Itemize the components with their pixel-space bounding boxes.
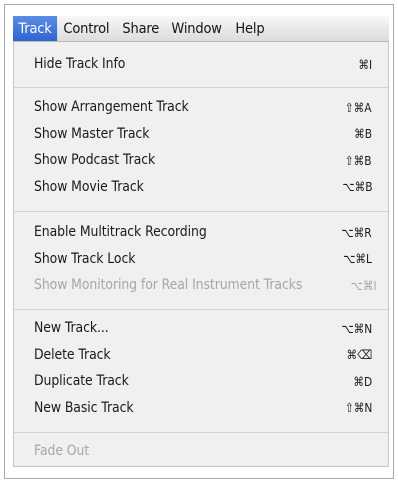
menu-item-show-arrangement-track[interactable]: Show Arrangement Track ⇧⌘A xyxy=(14,94,388,121)
menu-item-shortcut: ⇧⌘N xyxy=(344,400,372,416)
menu-item-shortcut: ⌥⌘B xyxy=(341,179,372,195)
menu-item-shortcut: ⌥⌘L xyxy=(343,251,372,267)
menu-group-fade: Fade Out xyxy=(14,438,388,465)
menu-group-track-actions: New Track... ⌥⌘N Delete Track ⌘⌫ Duplica… xyxy=(14,315,388,421)
menu-item-fade-out: Fade Out xyxy=(14,438,388,465)
menu-item-show-master-track[interactable]: Show Master Track ⌘B xyxy=(14,121,388,148)
menu-item-enable-multitrack-recording[interactable]: Enable Multitrack Recording ⌥⌘R xyxy=(14,219,388,246)
menu-group-track-info: Hide Track Info ⌘I xyxy=(14,51,388,78)
menu-item-label: Show Master Track xyxy=(34,125,150,142)
menu-item-label: New Basic Track xyxy=(34,399,134,416)
menu-group-recording: Enable Multitrack Recording ⌥⌘R Show Tra… xyxy=(14,219,388,299)
menu-item-label: Show Monitoring for Real Instrument Trac… xyxy=(34,277,303,294)
menu-item-new-track[interactable]: New Track... ⌥⌘N xyxy=(14,315,388,342)
menu-item-hide-track-info[interactable]: Hide Track Info ⌘I xyxy=(14,51,388,78)
menu-item-label: Enable Multitrack Recording xyxy=(34,224,207,241)
menu-item-show-monitoring: Show Monitoring for Real Instrument Trac… xyxy=(14,272,388,299)
menu-item-label: Fade Out xyxy=(34,443,90,460)
menu-item-label: Delete Track xyxy=(34,346,111,363)
menu-item-shortcut: ⇧⌘A xyxy=(345,99,372,115)
menu-item-shortcut: ⌘⌫ xyxy=(346,347,372,363)
menubar-window[interactable]: Window xyxy=(166,16,227,41)
menu-item-shortcut: ⌥⌘N xyxy=(341,320,372,336)
menu-item-label: New Track... xyxy=(34,320,109,337)
menubar-track[interactable]: Track xyxy=(13,16,58,41)
menubar-share[interactable]: Share xyxy=(117,16,165,41)
menu-item-label: Show Movie Track xyxy=(34,178,144,195)
menu-separator xyxy=(14,309,388,310)
menu-item-shortcut: ⌘D xyxy=(353,373,372,389)
menubar-control[interactable]: Control xyxy=(58,16,115,41)
menu-item-shortcut: ⌥⌘R xyxy=(341,224,372,240)
menu-item-show-movie-track[interactable]: Show Movie Track ⌥⌘B xyxy=(14,174,388,201)
menu-item-label: Show Arrangement Track xyxy=(34,99,189,116)
menu-item-label: Show Podcast Track xyxy=(34,152,156,169)
menu-item-show-podcast-track[interactable]: Show Podcast Track ⇧⌘B xyxy=(14,147,388,174)
menu-separator xyxy=(14,211,388,212)
menu-item-label: Hide Track Info xyxy=(34,56,126,73)
menu-item-new-basic-track[interactable]: New Basic Track ⇧⌘N xyxy=(14,395,388,422)
menu-item-duplicate-track[interactable]: Duplicate Track ⌘D xyxy=(14,368,388,395)
menu-item-shortcut: ⌘B xyxy=(354,126,372,142)
menu-item-show-track-lock[interactable]: Show Track Lock ⌥⌘L xyxy=(14,246,388,273)
menu-item-shortcut: ⌘I xyxy=(358,56,372,72)
menu-group-show-tracks: Show Arrangement Track ⇧⌘A Show Master T… xyxy=(14,94,388,200)
menu-item-label: Show Track Lock xyxy=(34,250,136,267)
menu-separator xyxy=(14,87,388,88)
menu-separator xyxy=(14,432,388,433)
menu-bar: Track Control Share Window Help xyxy=(13,16,389,42)
track-menu-dropdown: Hide Track Info ⌘I Show Arrangement Trac… xyxy=(13,42,389,467)
menubar-help[interactable]: Help xyxy=(230,16,270,41)
menu-item-shortcut: ⇧⌘B xyxy=(345,152,372,168)
menu-item-shortcut: ⌥⌘I xyxy=(350,277,377,293)
menu-item-label: Duplicate Track xyxy=(34,373,129,390)
menu-item-delete-track[interactable]: Delete Track ⌘⌫ xyxy=(14,342,388,369)
